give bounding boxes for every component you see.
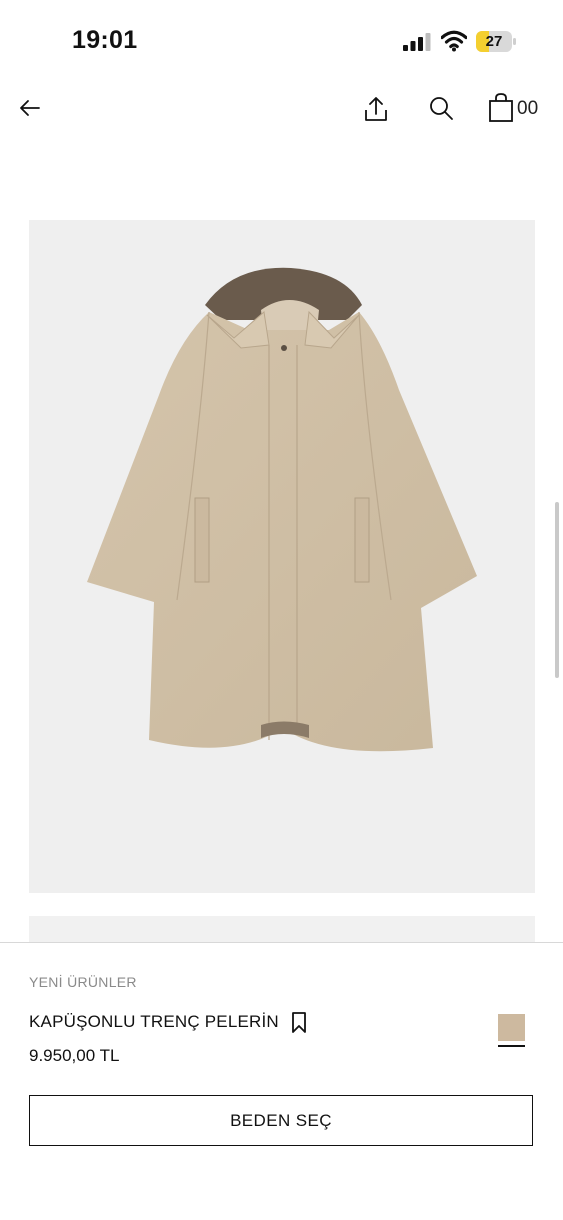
status-time: 19:01: [72, 26, 138, 54]
wifi-icon: [441, 30, 467, 52]
bookmark-icon[interactable]: [291, 1012, 307, 1034]
product-image[interactable]: [29, 220, 535, 893]
product-name: KAPÜŞONLU TRENÇ PELERİN: [29, 1012, 279, 1031]
top-navigation: 00: [0, 80, 563, 140]
status-bar: 19:01 27: [0, 0, 563, 80]
shopping-bag-icon[interactable]: [488, 93, 514, 123]
share-icon[interactable]: [363, 95, 389, 123]
back-arrow-icon[interactable]: [18, 96, 42, 120]
battery-level: 27: [485, 33, 503, 50]
product-info-panel: YENİ ÜRÜNLER KAPÜŞONLU TRENÇ PELERİN 9.9…: [0, 942, 563, 1220]
select-size-button[interactable]: BEDEN SEÇ: [29, 1095, 533, 1146]
product-price: 9.950,00 TL: [29, 1046, 120, 1065]
signal-icon: [403, 33, 431, 51]
trench-cape-image: [29, 220, 535, 893]
color-swatch[interactable]: [498, 1014, 525, 1041]
selected-swatch-indicator: [498, 1045, 525, 1047]
bag-count[interactable]: 00: [517, 98, 538, 120]
search-icon[interactable]: [428, 95, 454, 121]
collection-label[interactable]: YENİ ÜRÜNLER: [29, 974, 137, 990]
scroll-indicator[interactable]: [555, 502, 559, 678]
